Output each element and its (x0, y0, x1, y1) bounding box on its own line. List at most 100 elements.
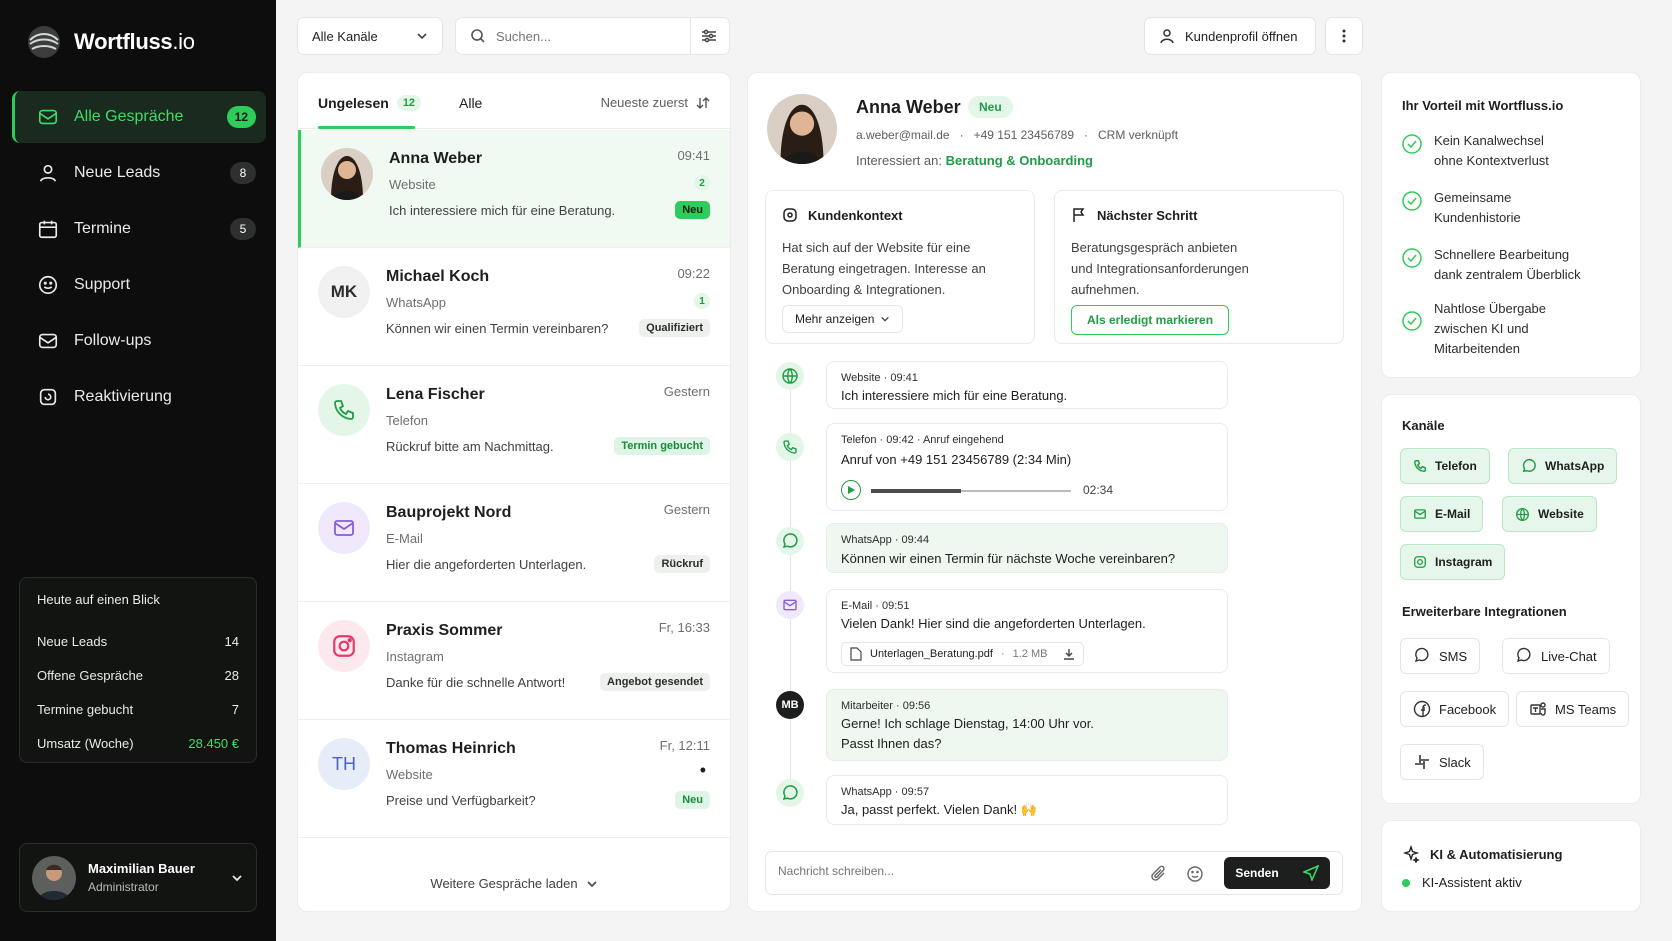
integration-slack[interactable]: Slack (1400, 744, 1484, 780)
show-more-button[interactable]: Mehr anzeigen (782, 305, 904, 333)
send-button[interactable]: Senden (1224, 857, 1330, 889)
integration-live-chat[interactable]: Live-Chat (1502, 638, 1610, 674)
summary-row: Umsatz (Woche) 28.450 € (37, 735, 239, 751)
contact-interest: Interessiert an: Beratung & Onboarding (856, 153, 1093, 168)
integration-ms-teams[interactable]: MS Teams (1516, 691, 1630, 727)
more-options-button[interactable] (1325, 17, 1363, 55)
summary-row: Termine gebucht 7 (37, 701, 239, 717)
play-icon (848, 486, 855, 494)
customer-context-card: Kundenkontext Hat sich auf der Website f… (765, 190, 1035, 344)
globe-icon (1516, 507, 1529, 521)
main-nav: Alle Gespräche 12 Neue Leads 8 Termine 5… (12, 91, 266, 427)
benefit-item: Nahtlose Übergabe zwischen KI und Mitarbei… (1402, 299, 1546, 359)
unread-count-badge: 2 (694, 175, 710, 191)
channel-select[interactable]: Alle Kanäle (297, 17, 443, 55)
status-badge: Neu (675, 201, 710, 219)
conversation-item[interactable]: TH Thomas Heinrich Website Preise und Ve… (298, 720, 730, 838)
check-circle-icon (1402, 134, 1422, 154)
load-more-button[interactable]: Weitere Gespräche laden (298, 876, 730, 891)
sidebar: Wortfluss.io Alle Gespräche 12 Neue Lead… (0, 0, 276, 941)
nav-item-alle-gespraeche[interactable]: Alle Gespräche 12 (12, 91, 266, 143)
mail-icon (36, 329, 60, 353)
conversation-item[interactable]: Anna Weber Website Ich interessiere mich… (298, 130, 730, 248)
ai-panel: KI & Automatisierung KI-Assistent aktiv (1381, 820, 1641, 912)
mark-done-button[interactable]: Als erledigt markieren (1071, 305, 1230, 335)
status-badge: Angebot gesendet (600, 673, 710, 691)
tab-ungelesen[interactable]: Ungelesen 12 (318, 95, 422, 111)
conversation-list: Ungelesen 12 Alle Neueste zuerst Anna Web… (297, 72, 731, 912)
instagram-icon (1414, 556, 1426, 568)
calendar-icon (36, 217, 60, 241)
play-button[interactable] (841, 480, 861, 500)
integration-facebook[interactable]: Facebook (1400, 691, 1510, 727)
chevron-down-icon (417, 33, 427, 40)
unread-count-badge: 1 (694, 293, 710, 309)
conversation-item[interactable]: Lena Fischer Telefon Rückruf bitte am Na… (298, 366, 730, 484)
nav-item-support[interactable]: Support (12, 259, 266, 311)
inbox-icon (36, 105, 60, 129)
integration-sms[interactable]: SMS (1400, 638, 1481, 674)
phone-icon (1414, 460, 1426, 472)
file-icon (850, 647, 862, 661)
nav-item-follow-ups[interactable]: Follow-ups (12, 315, 266, 367)
nav-item-neue-leads[interactable]: Neue Leads 8 (12, 147, 266, 199)
channel-chip-whatsapp[interactable]: WhatsApp (1508, 448, 1618, 484)
message-bubble: WhatsApp · 09:44 Können wir einen Termin… (826, 523, 1228, 573)
check-circle-icon (1402, 311, 1422, 331)
conversation-item[interactable]: MK Michael Koch WhatsApp Können wir eine… (298, 248, 730, 366)
whatsapp-icon (776, 779, 804, 807)
emoji-icon[interactable] (1186, 865, 1204, 883)
filter-icon[interactable] (701, 28, 717, 44)
chat-bubble-icon (1516, 647, 1531, 663)
unread-dot: • (699, 760, 706, 780)
avatar (321, 148, 373, 200)
context-icon (783, 208, 797, 222)
channel-chip-instagram[interactable]: Instagram (1400, 544, 1506, 580)
conversation-item[interactable]: Praxis Sommer Instagram Danke für die sc… (298, 602, 730, 720)
person-icon (36, 161, 60, 185)
conversation-detail: Anna Weber Neu a.weber@mail.de · +49 151 2… (747, 72, 1362, 912)
composer: Senden (765, 851, 1343, 895)
contact-details: a.weber@mail.de · +49 151 23456789 · CRM ver… (856, 128, 1179, 142)
download-icon[interactable] (1063, 648, 1075, 660)
open-profile-button[interactable]: Kundenprofil öffnen (1144, 17, 1316, 55)
sort-button[interactable]: Neueste zuerst (601, 95, 710, 110)
brand-logo[interactable]: Wortfluss.io (26, 24, 195, 60)
channel-chip-email[interactable]: E-Mail (1400, 496, 1484, 532)
nav-item-reaktivierung[interactable]: Reaktivierung (12, 371, 266, 423)
nav-item-termine[interactable]: Termine 5 (12, 203, 266, 255)
channel-chip-telefon[interactable]: Telefon (1400, 448, 1490, 484)
status-badge: Neu (675, 791, 710, 809)
paperclip-icon[interactable] (1150, 865, 1168, 883)
conversation-item[interactable]: Bauprojekt Nord E-Mail Hier die angeford… (298, 484, 730, 602)
chat-bubble-icon (1414, 647, 1429, 663)
audio-progress (871, 489, 961, 493)
attachment-chip[interactable]: Unterlagen_Beratung.pdf · 1.2 MB (841, 642, 1085, 666)
tab-alle[interactable]: Alle (459, 95, 482, 111)
instagram-icon (318, 620, 370, 672)
mail-icon (1414, 509, 1426, 519)
channel-chip-website[interactable]: Website (1502, 496, 1597, 532)
logo-icon (28, 26, 60, 58)
refresh-icon (36, 385, 60, 409)
message-bubble: WhatsApp · 09:57 Ja, passt perfekt. Viel… (826, 775, 1228, 825)
contact-name: Anna Weber (856, 97, 961, 117)
user-menu[interactable]: Maximilian Bauer Administrator (19, 843, 257, 912)
status-badge: Qualifiziert (639, 319, 710, 337)
status-badge: Rückruf (654, 555, 710, 573)
message-input[interactable] (778, 864, 1108, 878)
mail-icon (776, 591, 804, 619)
contact-avatar (767, 94, 837, 164)
chevron-down-icon (232, 874, 242, 881)
check-circle-icon (1402, 191, 1422, 211)
person-icon (1160, 29, 1174, 44)
sort-icon (696, 96, 710, 109)
search-input[interactable] (496, 28, 686, 44)
benefit-item: Kein Kanalwechsel ohne Kontextverlust (1402, 131, 1549, 171)
staff-avatar: MB (776, 691, 804, 719)
mail-icon (318, 502, 370, 554)
audio-waveform[interactable] (871, 489, 1071, 493)
support-icon (36, 273, 60, 297)
call-bubble: Telefon · 09:42 · Anruf eingehend Anruf … (826, 423, 1228, 511)
check-circle-icon (1402, 248, 1422, 268)
